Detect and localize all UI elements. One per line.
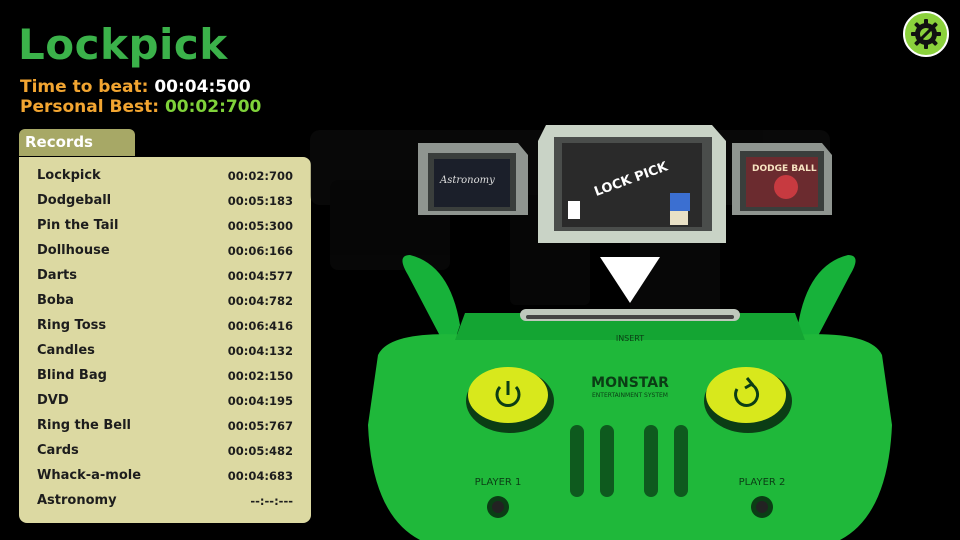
record-row[interactable]: DVD 00:04:195 [37, 388, 293, 413]
record-time: 00:05:300 [227, 218, 293, 233]
record-time: 00:04:782 [227, 293, 293, 308]
record-time: 00:05:183 [227, 193, 293, 208]
record-row[interactable]: Astronomy --:--:--- [37, 488, 293, 513]
record-name: Dollhouse [37, 243, 110, 258]
cartridge-right[interactable]: DODGE BALL [732, 143, 832, 215]
time-to-beat-label: Time to beat: [20, 77, 149, 97]
record-name: Lockpick [37, 168, 101, 183]
record-row[interactable]: Ring Toss 00:06:416 [37, 313, 293, 338]
records-panel: Lockpick 00:02:700 Dodgeball 00:05:183 Pin t… [19, 157, 311, 523]
record-row[interactable]: Candles 00:04:132 [37, 338, 293, 363]
record-row[interactable]: Whack-a-mole 00:04:683 [37, 463, 293, 488]
record-name: Dodgeball [37, 193, 112, 208]
record-time: 00:04:683 [227, 468, 293, 483]
cartridge-selected[interactable]: LOCK PICK [538, 125, 726, 243]
record-row[interactable]: Pin the Tail 00:05:300 [37, 213, 293, 238]
record-name: Candles [37, 343, 95, 358]
console-brand: MONSTAR [591, 375, 669, 391]
record-time: 00:05:482 [227, 443, 293, 458]
record-time: 00:06:166 [227, 243, 293, 258]
player1-label: PLAYER 1 [475, 477, 522, 488]
record-name: Ring Toss [37, 318, 107, 333]
record-row[interactable]: Boba 00:04:782 [37, 288, 293, 313]
record-time: 00:06:416 [227, 318, 293, 333]
record-row[interactable]: Dollhouse 00:06:166 [37, 238, 293, 263]
game-title: Lockpick [18, 20, 228, 69]
record-time: 00:05:767 [227, 418, 293, 433]
record-row[interactable]: Blind Bag 00:02:150 [37, 363, 293, 388]
records-tab[interactable]: Records [19, 129, 135, 156]
record-row[interactable]: Dodgeball 00:05:183 [37, 188, 293, 213]
record-name: Darts [37, 268, 77, 283]
record-time: 00:04:132 [227, 343, 293, 358]
cartridge-left[interactable]: Astronomy [418, 143, 528, 215]
record-name: Boba [37, 293, 74, 308]
console-brand-sub: ENTERTAINMENT SYSTEM [592, 392, 668, 399]
gear-wrench-icon [911, 19, 941, 49]
player2-label: PLAYER 2 [739, 477, 786, 488]
personal-best-value: 00:02:700 [164, 97, 262, 117]
record-time: 00:04:577 [227, 268, 293, 283]
record-time: 00:02:150 [227, 368, 293, 383]
cartridge-left-label: Astronomy [439, 175, 495, 186]
personal-best-label: Personal Best: [20, 97, 160, 117]
record-name: Cards [37, 443, 79, 458]
record-name: Pin the Tail [37, 218, 119, 233]
record-row[interactable]: Darts 00:04:577 [37, 263, 293, 288]
record-row[interactable]: Lockpick 00:02:700 [37, 163, 293, 188]
record-time: 00:04:195 [227, 393, 293, 408]
personal-best: Personal Best: 00:02:700 [20, 97, 261, 117]
record-row[interactable]: Ring the Bell 00:05:767 [37, 413, 293, 438]
record-time: 00:02:700 [227, 168, 293, 183]
record-time: --:--:--- [250, 493, 293, 508]
record-name: Astronomy [37, 493, 117, 508]
console-scene: Astronomy DODGE BALL LOCK PICK INSERT MO… [310, 125, 892, 540]
time-to-beat-value: 00:04:500 [154, 77, 251, 97]
insert-label: INSERT [616, 334, 644, 343]
time-to-beat: Time to beat: 00:04:500 [20, 77, 251, 97]
record-name: Blind Bag [37, 368, 107, 383]
record-name: Ring the Bell [37, 418, 132, 433]
record-name: DVD [37, 393, 69, 408]
settings-button[interactable] [903, 11, 949, 57]
record-row[interactable]: Cards 00:05:482 [37, 438, 293, 463]
cartridge-right-label: DODGE BALL [752, 164, 817, 174]
record-name: Whack-a-mole [37, 468, 142, 483]
